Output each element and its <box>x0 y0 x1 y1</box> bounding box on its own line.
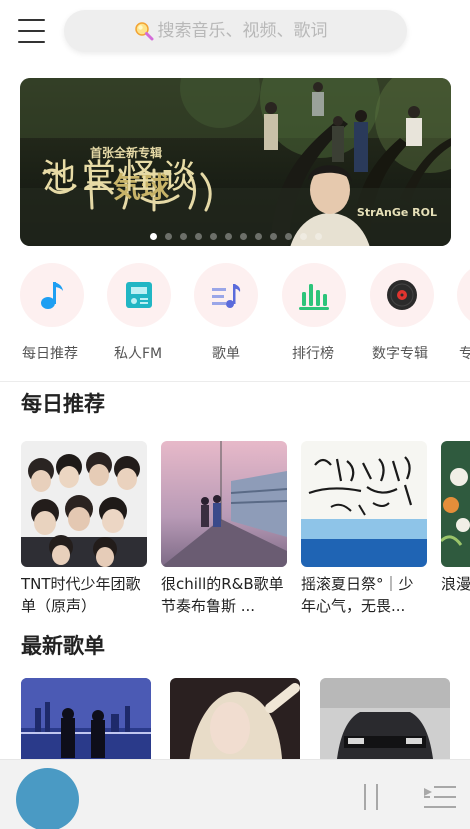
category-label: 专 <box>459 346 470 362</box>
category-circle <box>282 263 346 327</box>
category-row: 每日推荐 私人FM 歌单 排行榜 数字专辑 专 <box>0 263 470 368</box>
category-label: 数字专辑 <box>372 346 428 362</box>
category-label: 每日推荐 <box>22 346 78 362</box>
category-circle <box>20 263 84 327</box>
playlist-card[interactable]: 很chill的R&B歌单 节奏布鲁斯 ... <box>161 441 287 617</box>
carousel-dot[interactable] <box>314 233 322 240</box>
playlist-card[interactable]: 浪漫向】 <box>441 441 470 617</box>
vinyl-disc-icon <box>387 280 417 310</box>
playlist-icon <box>212 284 241 308</box>
section-title-newest: 最新歌单 <box>21 634 105 658</box>
carousel-dot[interactable] <box>299 233 307 240</box>
category-label: 私人FM <box>114 346 163 362</box>
playlist-cover <box>441 441 470 567</box>
chart-bars-icon <box>299 284 329 310</box>
banner-title: 池堂怪谈 <box>42 157 202 197</box>
category-circle <box>457 263 470 327</box>
banner-carousel[interactable]: 気球 首张全新专辑 池堂怪谈 StrAnGe ROL <box>20 78 451 246</box>
banner-tag: StrAnGe ROL <box>356 206 437 219</box>
carousel-dot[interactable] <box>149 233 157 240</box>
app-header <box>0 0 470 66</box>
category-charts[interactable]: 排行榜 <box>282 263 362 363</box>
menu-icon[interactable] <box>18 18 46 44</box>
playlist-cover <box>21 441 147 567</box>
category-fm[interactable]: 私人FM <box>107 263 187 363</box>
carousel-dot[interactable] <box>239 233 247 240</box>
playlist-title: TNT时代少年团歌单（原声） <box>21 575 141 615</box>
playlist-queue-icon[interactable] <box>424 784 456 810</box>
search-icon <box>134 22 153 41</box>
playlist-cover <box>301 441 427 567</box>
category-more[interactable]: 专 <box>457 263 470 363</box>
playlist-title: 浪漫向】 <box>441 575 470 593</box>
radio-icon <box>126 282 152 308</box>
player-bar <box>0 759 470 829</box>
category-playlist[interactable]: 歌单 <box>194 263 274 363</box>
category-circle <box>194 263 258 327</box>
category-label: 歌单 <box>212 346 240 362</box>
playlist-card[interactable]: 摇滚夏日祭°｜少年心气，无畏... <box>301 441 427 617</box>
category-digital-album[interactable]: 数字专辑 <box>370 263 450 363</box>
pause-icon[interactable] <box>362 784 382 810</box>
playlist-card[interactable]: TNT时代少年团歌单（原声） <box>21 441 147 617</box>
playlist-title: 摇滚夏日祭°｜少年心气，无畏... <box>301 575 414 615</box>
category-circle <box>370 263 434 327</box>
carousel-dots <box>20 233 451 240</box>
search-input[interactable] <box>157 21 338 41</box>
category-label: 排行榜 <box>292 346 334 362</box>
carousel-dot[interactable] <box>269 233 277 240</box>
carousel-dot[interactable] <box>254 233 262 240</box>
search-bar[interactable] <box>64 10 407 52</box>
carousel-dot[interactable] <box>194 233 202 240</box>
carousel-dot[interactable] <box>164 233 172 240</box>
carousel-dot[interactable] <box>224 233 232 240</box>
music-note-icon <box>41 282 63 309</box>
playlist-cover <box>161 441 287 567</box>
carousel-dot[interactable] <box>179 233 187 240</box>
category-daily[interactable]: 每日推荐 <box>20 263 100 363</box>
carousel-dot[interactable] <box>284 233 292 240</box>
playlist-title: 很chill的R&B歌单 节奏布鲁斯 ... <box>161 575 284 615</box>
divider <box>0 381 470 382</box>
carousel-dot[interactable] <box>209 233 217 240</box>
now-playing-disc[interactable] <box>16 768 79 829</box>
category-circle <box>107 263 171 327</box>
section-title-daily: 每日推荐 <box>21 392 105 416</box>
